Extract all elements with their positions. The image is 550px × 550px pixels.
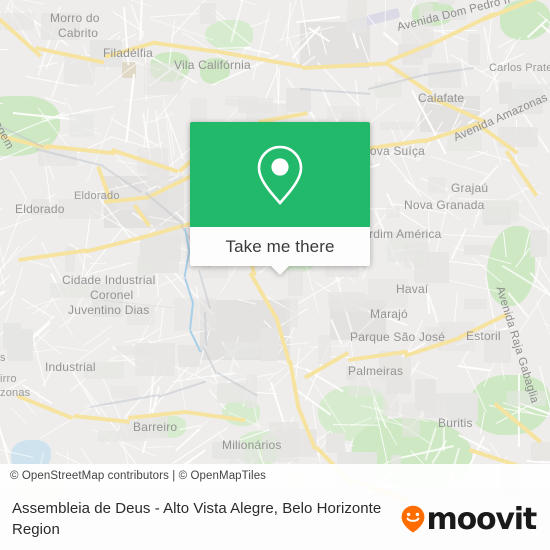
map-label: Nova Suíça	[361, 144, 426, 158]
map-label: s	[0, 352, 6, 364]
map-label: Buritis	[438, 416, 473, 430]
map-label: Milionários	[222, 438, 282, 452]
map-attribution-bar: © OpenStreetMap contributors | © OpenMap…	[0, 464, 550, 488]
map-screen: Morro do Cabrito Filadélfia Vila Califórnia…	[0, 0, 550, 550]
map-label: Grajaú	[451, 181, 489, 195]
map-label: Morro do	[50, 11, 100, 25]
map-label: Marajó	[370, 307, 408, 321]
map-label: Barreiro	[133, 420, 178, 434]
moovit-smile-pin-icon	[401, 505, 424, 533]
map-label: irro	[0, 373, 17, 385]
map-label: Calafate	[418, 91, 465, 105]
map-label: Eldorado	[74, 190, 120, 202]
attribution-text[interactable]: © OpenStreetMap contributors | © OpenMap…	[0, 470, 266, 482]
moovit-wordmark: moovit	[426, 501, 538, 537]
moovit-logo[interactable]: moovit	[401, 502, 550, 537]
take-me-there-label: Take me there	[225, 236, 335, 256]
map-label: Palmeiras	[348, 364, 404, 378]
map-label: Cidade Industrial	[62, 273, 156, 287]
card-action-area[interactable]: Take me there	[190, 227, 370, 275]
map-label: Juventino Dias	[68, 303, 150, 317]
map-label: Nova Granada	[404, 198, 485, 212]
map-label: Parque São José	[350, 330, 446, 344]
map-label: Filadélfia	[103, 46, 154, 60]
map-label: Coronel	[90, 288, 134, 302]
footer-bar: Assembleia de Deus - Alto Vista Alegre, …	[0, 488, 550, 550]
map-label: zonas	[0, 387, 31, 399]
callout-tail	[271, 266, 289, 275]
map-label: Havaí	[396, 282, 429, 296]
map-label: Estoril	[466, 329, 501, 343]
card-pin-area	[190, 122, 370, 227]
location-callout-card[interactable]: Take me there	[190, 122, 370, 275]
map-label: Cabrito	[58, 26, 99, 40]
location-pin-icon	[257, 145, 303, 205]
map-label: Carlos Prates	[489, 62, 550, 74]
place-title: Assembleia de Deus - Alto Vista Alegre, …	[12, 500, 382, 538]
map-label: Vila Califórnia	[174, 58, 251, 72]
map-label: Industrial	[45, 360, 96, 374]
map-label: Eldorado	[15, 202, 65, 216]
